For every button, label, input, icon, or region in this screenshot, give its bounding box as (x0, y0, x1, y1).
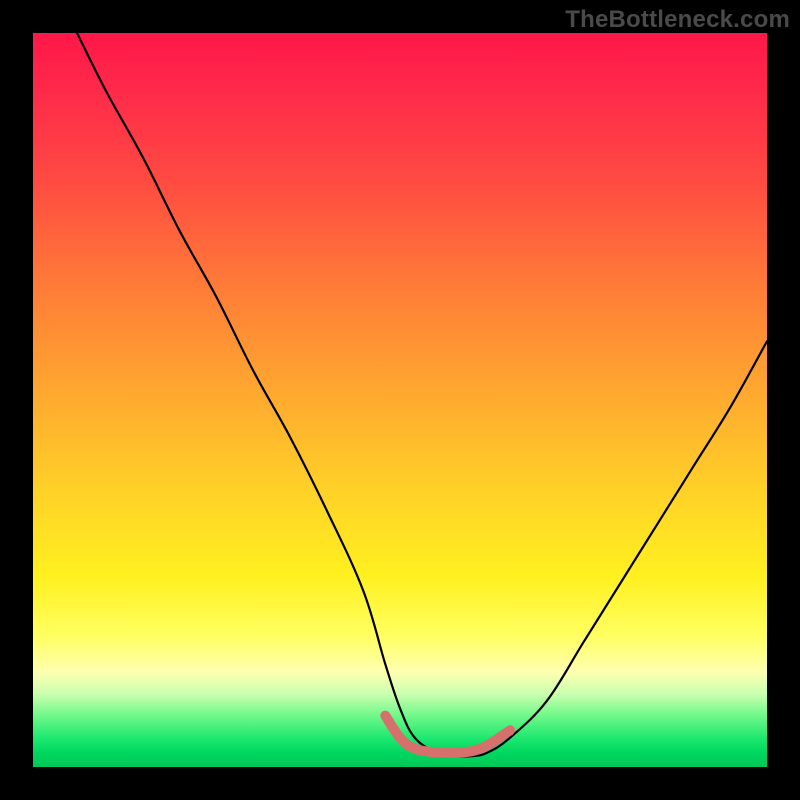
watermark-label: TheBottleneck.com (565, 6, 790, 34)
curve-layer (33, 33, 767, 767)
plot-area (33, 33, 767, 767)
bottleneck-curve (77, 33, 767, 756)
bottom-highlight (385, 716, 510, 753)
chart-frame: TheBottleneck.com (0, 0, 800, 800)
